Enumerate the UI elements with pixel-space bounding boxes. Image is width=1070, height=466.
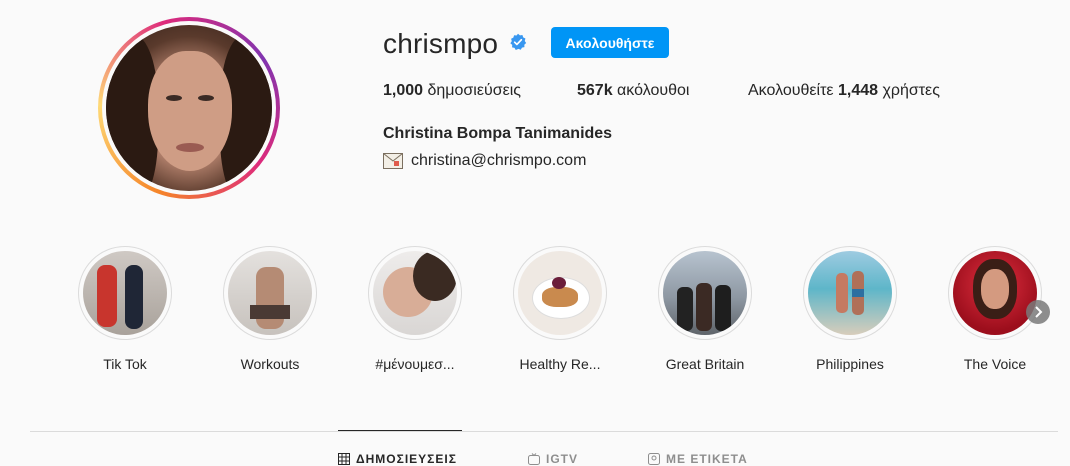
highlight-tik-tok[interactable]: Tik Tok <box>60 246 190 372</box>
tab-label: ΜΕ ΕΤΙΚΕΤΑ <box>666 452 748 466</box>
highlight-label: The Voice <box>963 356 1027 372</box>
following-suffix: χρήστες <box>878 82 940 99</box>
profile-full-name: Christina Bompa Tanimanides <box>383 125 613 142</box>
followers-count: 567k <box>577 82 613 99</box>
posts-count: 1,000 <box>383 82 424 99</box>
following-stat[interactable]: Ακολουθείτε 1,448 χρήστες <box>748 82 940 100</box>
follow-button[interactable]: Ακολουθήστε <box>551 27 669 58</box>
highlight-workouts[interactable]: Workouts <box>205 246 335 372</box>
highlight-label: Healthy Re... <box>519 356 601 372</box>
following-prefix: Ακολουθείτε <box>748 82 838 99</box>
followers-stat[interactable]: 567k ακόλουθοι <box>577 82 689 100</box>
avatar-photo <box>106 25 272 191</box>
posts-label: δημοσιεύσεις <box>423 82 521 99</box>
highlight-label: Workouts <box>240 356 300 372</box>
highlight-label: Philippines <box>816 356 884 372</box>
tab-tagged[interactable]: ΜΕ ΕΤΙΚΕΤΑ <box>648 452 748 466</box>
highlight-healthy-recipes[interactable]: Healthy Re... <box>495 246 625 372</box>
tab-posts[interactable]: ΔΗΜΟΣΙΕΥΣΕΙΣ <box>338 452 457 466</box>
tab-label: IGTV <box>546 452 579 466</box>
verified-badge-icon <box>510 33 527 51</box>
chevron-right-icon <box>1035 306 1043 318</box>
highlights-next-button[interactable] <box>1026 300 1050 324</box>
tagged-icon <box>648 453 660 465</box>
active-tab-indicator <box>338 430 462 431</box>
highlight-label: #μένουμεσ... <box>375 356 455 372</box>
profile-email: christina@chrismpo.com <box>411 152 587 169</box>
highlight-philippines[interactable]: Philippines <box>785 246 915 372</box>
igtv-icon <box>528 453 540 465</box>
grid-icon <box>338 453 350 465</box>
followers-label: ακόλουθοι <box>612 82 690 99</box>
profile-avatar[interactable] <box>98 17 280 199</box>
tab-igtv[interactable]: IGTV <box>528 452 578 466</box>
profile-username: chrismpo <box>383 28 499 59</box>
envelope-icon <box>383 153 403 169</box>
tab-label: ΔΗΜΟΣΙΕΥΣΕΙΣ <box>356 452 457 466</box>
tabs-divider <box>30 431 1058 432</box>
highlight-label: Great Britain <box>665 356 745 372</box>
profile-email-row: christina@chrismpo.com <box>383 152 586 170</box>
highlight-great-britain[interactable]: Great Britain <box>640 246 770 372</box>
avatar-ring-gap <box>102 21 276 195</box>
highlight-label: Tik Tok <box>103 356 147 372</box>
posts-stat: 1,000 δημοσιεύσεις <box>383 82 521 100</box>
following-count: 1,448 <box>837 82 879 99</box>
highlight-menoume-spiti[interactable]: #μένουμεσ... <box>350 246 480 372</box>
